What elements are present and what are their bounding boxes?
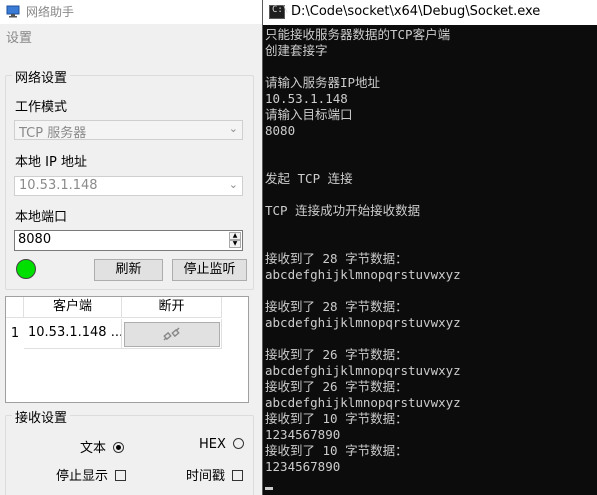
- pause-display-checkbox[interactable]: [115, 470, 127, 481]
- table-corner: [6, 297, 24, 318]
- column-header-disconnect[interactable]: 断开: [122, 297, 222, 318]
- menu-settings[interactable]: 设置: [6, 27, 32, 46]
- timestamp-label: 时间戳: [186, 469, 226, 484]
- console-output[interactable]: 只能接收服务器数据的TCP客户端 创建套接字请输入服务器IP地址 10.53.1.1…: [265, 27, 595, 495]
- hex-mode-label: HEX: [199, 437, 226, 452]
- console-app-icon: C:\: [269, 5, 288, 19]
- console-line: 发起 TCP 连接: [265, 171, 353, 186]
- title-bar: 网络助手: [0, 0, 262, 24]
- app-icon: [6, 5, 20, 18]
- console-line: 接收到了 28 字节数据：: [265, 251, 408, 266]
- pause-display-label: 停止显示: [56, 469, 109, 484]
- connection-status-indicator: [16, 259, 36, 279]
- work-mode-label: 工作模式: [15, 100, 68, 115]
- console-line: 8080: [265, 123, 296, 138]
- group-title: 网络设置: [12, 67, 71, 86]
- menu-bar: 设置: [0, 24, 262, 46]
- console-line: 接收到了 26 字节数据：: [265, 379, 408, 394]
- group-title: 接收设置: [12, 407, 71, 426]
- local-ip-label: 本地 IP 地址: [15, 155, 87, 170]
- console-title: D:\Code\socket\x64\Debug\Socket.exe: [291, 4, 541, 19]
- chevron-down-icon: ⌄: [228, 178, 238, 191]
- console-line: 接收到了 10 字节数据：: [265, 443, 408, 458]
- console-window: C:\ D:\Code\socket\x64\Debug\Socket.exe …: [262, 0, 597, 495]
- client-table: 客户端 断开 1 10.53.1.148 ...: [5, 296, 249, 403]
- column-header-client[interactable]: 客户端: [24, 297, 122, 318]
- console-line: 1234567890: [265, 427, 341, 442]
- text-mode-option[interactable]: 文本: [80, 437, 125, 456]
- console-line: TCP 连接成功开始接收数据: [265, 203, 421, 218]
- refresh-button[interactable]: 刷新: [94, 259, 163, 281]
- local-ip-select[interactable]: 10.53.1.148 ⌄: [14, 176, 243, 196]
- network-assistant-window: 网络助手 设置 网络设置 工作模式 TCP 服务器 ⌄ 本地 IP 地址 10.…: [0, 0, 262, 495]
- console-line: abcdefghijklmnopqrstuvwxyz: [265, 363, 461, 378]
- row-number: 1: [10, 326, 20, 341]
- pause-display-option[interactable]: 停止显示: [56, 465, 127, 484]
- console-line: abcdefghijklmnopqrstuvwxyz: [265, 267, 461, 282]
- text-mode-radio[interactable]: [113, 442, 125, 453]
- console-line: 10.53.1.148: [265, 91, 348, 106]
- text-mode-label: 文本: [80, 441, 107, 456]
- window-title: 网络助手: [26, 5, 75, 19]
- local-port-stepper[interactable]: 8080 ▲ ▼: [14, 230, 243, 251]
- hex-mode-radio[interactable]: [233, 438, 245, 449]
- console-line: 创建套接字: [265, 43, 328, 58]
- hex-mode-option[interactable]: HEX: [199, 437, 245, 452]
- console-line: 接收到了 10 字节数据：: [265, 411, 408, 426]
- work-mode-select[interactable]: TCP 服务器 ⌄: [14, 120, 243, 141]
- stop-listen-button[interactable]: 停止监听: [172, 259, 247, 281]
- local-ip-value: 10.53.1.148: [19, 178, 98, 193]
- disconnect-button[interactable]: [124, 322, 220, 347]
- console-line: abcdefghijklmnopqrstuvwxyz: [265, 315, 461, 330]
- console-line: 1234567890: [265, 459, 341, 474]
- text-cursor: [265, 487, 273, 490]
- console-title-bar: C:\ D:\Code\socket\x64\Debug\Socket.exe: [263, 0, 597, 25]
- spin-up-icon[interactable]: ▲: [229, 232, 241, 240]
- console-line: 请输入目标端口: [265, 107, 353, 122]
- local-port-label: 本地端口: [15, 210, 68, 225]
- console-line: abcdefghijklmnopqrstuvwxyz: [265, 395, 461, 410]
- console-line: 接收到了 26 字节数据：: [265, 347, 408, 362]
- console-line: 只能接收服务器数据的TCP客户端: [265, 27, 451, 42]
- console-line: 请输入服务器IP地址: [265, 75, 381, 90]
- work-mode-value: TCP 服务器: [19, 126, 87, 141]
- disconnect-plug-icon: [163, 327, 180, 341]
- chevron-down-icon: ⌄: [228, 122, 238, 135]
- client-address-cell[interactable]: 10.53.1.148 ...: [24, 319, 122, 349]
- local-port-value: 8080: [18, 232, 52, 247]
- timestamp-option[interactable]: 时间戳: [186, 465, 244, 484]
- timestamp-checkbox[interactable]: [232, 470, 244, 481]
- spin-down-icon[interactable]: ▼: [229, 240, 241, 248]
- console-line: 接收到了 28 字节数据：: [265, 299, 408, 314]
